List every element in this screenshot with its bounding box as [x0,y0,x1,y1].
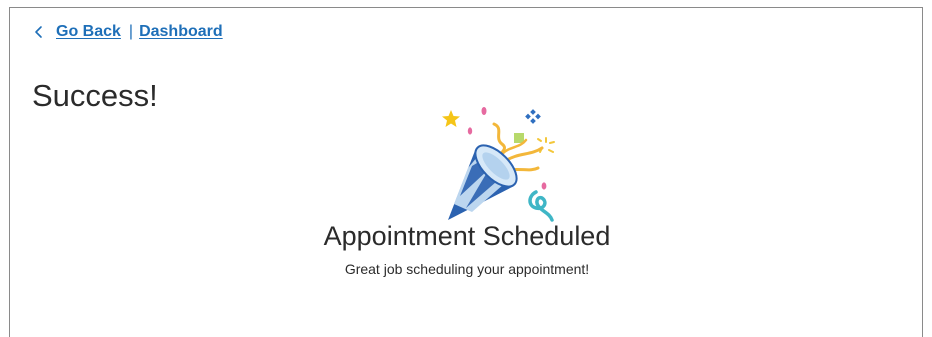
dashboard-link[interactable]: Dashboard [139,23,223,41]
page-title: Success! [32,78,158,113]
confetti-square [514,133,524,143]
streamer [528,190,554,222]
confirmation-heading: Appointment Scheduled [323,221,611,251]
party-popper-icon [442,107,555,222]
confetti-dot [481,107,487,115]
confetti-dot [467,127,473,135]
confirmation-subtext: Great job scheduling your appointment! [344,261,590,277]
confetti-sparkle [525,109,541,124]
chevron-left-icon[interactable] [32,25,46,39]
confetti-dot [541,182,547,190]
popper-cone [448,144,518,220]
breadcrumb: Go Back | Dashboard [32,23,223,41]
confetti-star [442,110,460,127]
page-container: Go Back | Dashboard Success! Appointment… [9,7,923,337]
go-back-link[interactable]: Go Back [56,23,121,41]
breadcrumb-separator: | [128,23,134,40]
